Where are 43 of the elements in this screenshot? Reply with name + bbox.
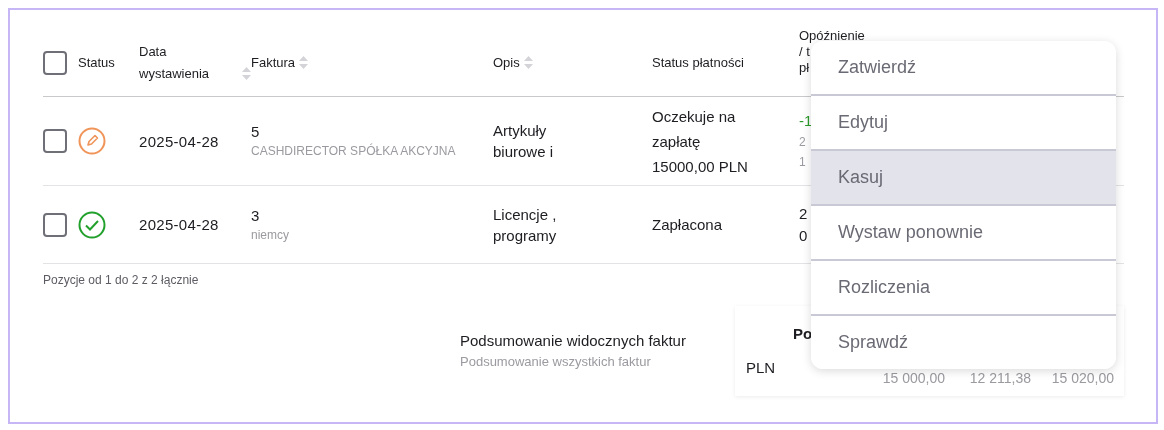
table-cell-text: Artykuły biurowe i xyxy=(493,121,555,162)
client-name: CASHDIRECTOR SPÓŁKA AKCYJNA xyxy=(251,142,457,160)
payment-status: Oczekuje na zapłatę xyxy=(652,106,737,152)
client-name: niemcy xyxy=(251,226,290,244)
table-cell-text: 2 xyxy=(799,203,808,224)
menu-item[interactable]: Zatwierdź xyxy=(811,41,1116,94)
table-cell-text: 2 xyxy=(799,134,806,151)
column-header[interactable]: Data wystawienia xyxy=(139,41,238,85)
table-cell-text: 2025-04-28 xyxy=(139,216,220,233)
menu-item[interactable]: Kasuj xyxy=(811,149,1116,204)
column-header: pł xyxy=(799,60,810,76)
menu-item[interactable]: Sprawdź xyxy=(811,314,1116,369)
menu-item[interactable]: Wystaw ponownie xyxy=(811,204,1116,259)
invoice-number: 5 xyxy=(251,122,261,142)
table-cell-text: Licencje , programy xyxy=(493,204,558,246)
column-header[interactable]: Opis xyxy=(493,52,520,74)
column-header[interactable]: Faktura xyxy=(251,52,296,74)
table-cell-text: 2025-04-28 xyxy=(139,132,220,150)
row-checkbox[interactable] xyxy=(43,212,67,237)
currency-label: PLN xyxy=(745,358,777,378)
summary-value: 15 000,00 xyxy=(881,370,945,388)
summary-label: Podsumowanie wszystkich faktur xyxy=(460,353,652,371)
select-all-checkbox[interactable] xyxy=(43,51,67,75)
table-cell-text: 0 xyxy=(799,225,808,246)
column-header: / t xyxy=(799,44,810,60)
pencil-icon xyxy=(78,127,106,155)
summary-value: 15 020,00 xyxy=(1050,370,1114,388)
table-cell-text: 1 xyxy=(799,154,806,171)
row-checkbox[interactable] xyxy=(43,129,67,153)
summary-value: 12 211,38 xyxy=(968,370,1031,388)
summary-header: Po xyxy=(793,325,814,342)
check-circle-icon xyxy=(78,210,106,239)
column-header: Status xyxy=(78,54,115,72)
column-header: Status płatności xyxy=(652,54,744,72)
menu-item[interactable]: Rozliczenia xyxy=(811,259,1116,314)
menu-item[interactable]: Edytuj xyxy=(811,94,1116,149)
summary-label: Podsumowanie widocznych faktur xyxy=(460,331,687,351)
payment-amount: 15000,00 PLN xyxy=(652,156,749,177)
column-header: Opóźnienie xyxy=(799,28,865,44)
payment-status: Zapłacona xyxy=(652,215,724,235)
table-cell-text: -1 xyxy=(799,111,813,131)
pagination-info: Pozycje od 1 do 2 z 2 łącznie xyxy=(43,272,199,289)
invoice-number: 3 xyxy=(251,205,261,226)
